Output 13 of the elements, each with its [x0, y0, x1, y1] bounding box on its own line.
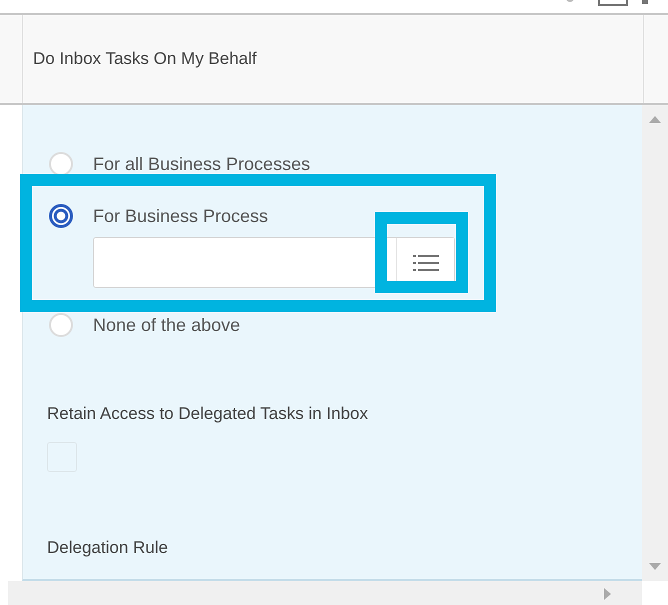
- scroll-down-icon[interactable]: [649, 563, 661, 571]
- option-label: For all Business Processes: [93, 154, 310, 174]
- column-header: Do Inbox Tasks On My Behalf: [33, 49, 257, 69]
- vertical-scrollbar[interactable]: [642, 105, 668, 581]
- scroll-right-icon[interactable]: [604, 588, 612, 600]
- option-label: None of the above: [93, 314, 240, 336]
- radio-button[interactable]: [49, 204, 73, 228]
- scroll-up-icon[interactable]: [649, 115, 661, 123]
- option-label: For Business Process: [93, 206, 268, 226]
- horizontal-scrollbar[interactable]: [8, 581, 642, 605]
- field-label: Delegation Rule: [47, 538, 169, 558]
- field-label: Retain Access to Delegated Tasks in Inbox: [47, 404, 369, 424]
- prompt-field[interactable]: [93, 237, 455, 288]
